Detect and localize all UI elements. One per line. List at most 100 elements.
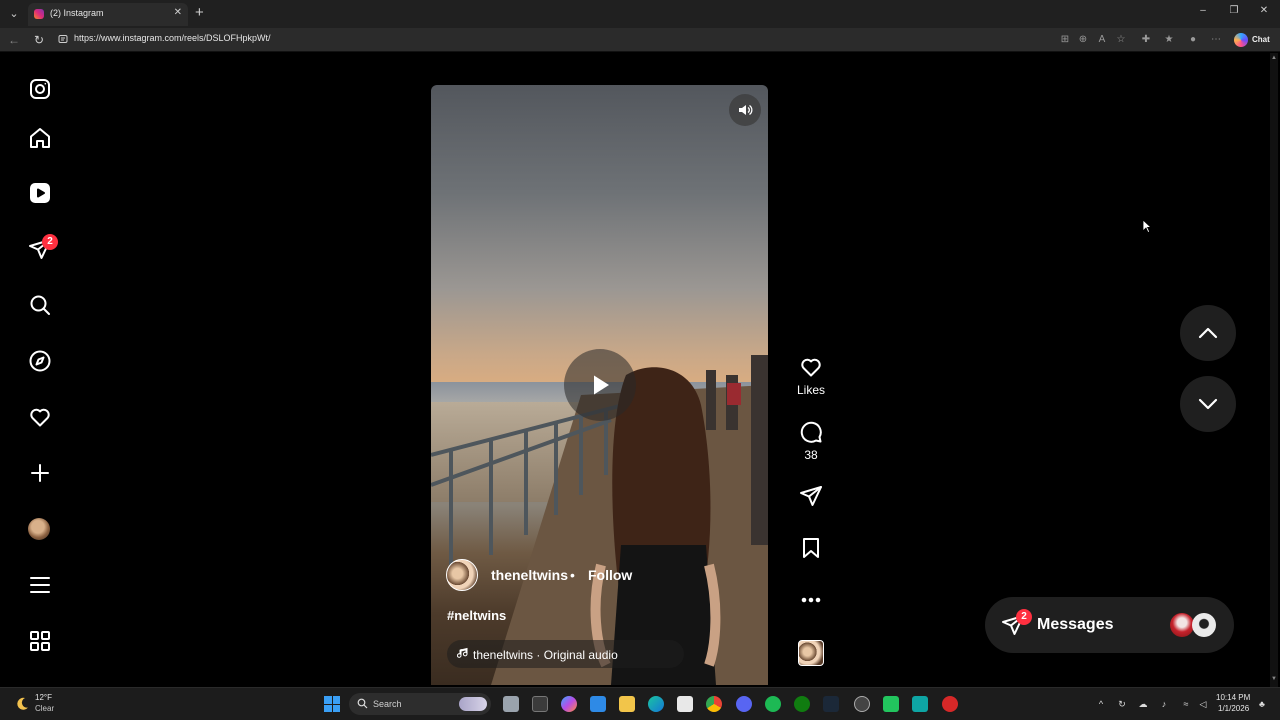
- taskbar-search-placeholder: Search: [373, 699, 402, 709]
- restore-button[interactable]: ❐: [1227, 5, 1241, 16]
- new-tab-button[interactable]: +: [195, 4, 204, 22]
- clock-time[interactable]: 10:14 PM: [1216, 693, 1250, 702]
- reel-caption-hashtag[interactable]: #neltwins: [447, 608, 506, 623]
- copilot-chat-button[interactable]: Chat: [1232, 32, 1274, 48]
- read-aloud-icon[interactable]: A: [1095, 33, 1109, 47]
- copilot-app-icon[interactable]: [561, 696, 577, 712]
- save-button[interactable]: [796, 536, 826, 560]
- volume-icon[interactable]: ◁: [1197, 698, 1209, 710]
- more-options-button[interactable]: [796, 588, 826, 612]
- profile-icon[interactable]: ●: [1186, 33, 1200, 47]
- messages-unread-badge: 2: [1016, 609, 1032, 625]
- app-icon[interactable]: [942, 696, 958, 712]
- favorite-star-icon[interactable]: ☆: [1114, 33, 1128, 47]
- start-windows-icon[interactable]: [324, 696, 340, 712]
- next-reel-button[interactable]: [1180, 376, 1236, 432]
- task-view-icon[interactable]: [503, 696, 519, 712]
- reel-video[interactable]: theneltwins • Follow #neltwins theneltwi…: [431, 85, 768, 685]
- profile-avatar[interactable]: [28, 518, 50, 540]
- instagram-favicon-icon: [34, 9, 44, 19]
- messages-drawer-button[interactable]: 2 Messages: [985, 597, 1234, 653]
- copilot-icon: [1234, 33, 1248, 47]
- reels-icon[interactable]: [26, 179, 54, 207]
- browser-tab-instagram[interactable]: (2) Instagram ✕: [28, 3, 188, 26]
- play-button[interactable]: [564, 349, 636, 421]
- scroll-down-arrow-icon[interactable]: ▼: [1271, 676, 1277, 682]
- reel-audio-label: theneltwins · Original audio: [473, 648, 618, 662]
- store-app-icon[interactable]: [677, 696, 693, 712]
- follow-button[interactable]: Follow: [588, 567, 632, 583]
- back-arrow-icon[interactable]: ←: [6, 32, 22, 48]
- tab-close-icon[interactable]: ✕: [174, 7, 182, 18]
- url-input[interactable]: https://www.instagram.com/reels/DSLOFHpk…: [74, 33, 271, 43]
- message-contact-avatar: [1170, 613, 1194, 637]
- site-info-icon[interactable]: [58, 34, 68, 44]
- microphone-icon[interactable]: ♪: [1158, 698, 1170, 710]
- zoom-icon[interactable]: ⊕: [1076, 33, 1090, 47]
- mouse-cursor-icon: [1142, 219, 1152, 233]
- page-scrollbar[interactable]: [1270, 53, 1278, 687]
- spotify-app-icon[interactable]: [765, 696, 781, 712]
- like-button[interactable]: Likes: [796, 355, 826, 397]
- reel-author-avatar[interactable]: [446, 559, 478, 591]
- create-plus-icon[interactable]: [26, 459, 54, 487]
- favorites-icon[interactable]: ★: [1162, 33, 1176, 47]
- show-hidden-icons-chevron-icon[interactable]: ^: [1095, 698, 1107, 710]
- more-menu-icon[interactable]: [26, 571, 54, 599]
- audio-thumbnail[interactable]: [798, 640, 824, 666]
- onedrive-cloud-icon[interactable]: ☁: [1137, 698, 1149, 710]
- taskbar-search-input[interactable]: Search: [349, 693, 491, 715]
- speaker-icon: [739, 104, 753, 116]
- audio-toggle-button[interactable]: [729, 94, 761, 126]
- app-icon[interactable]: [883, 696, 899, 712]
- app-icon[interactable]: [854, 696, 870, 712]
- refresh-icon[interactable]: ↻: [31, 32, 47, 48]
- terminal-app-icon[interactable]: [532, 696, 548, 712]
- windows-taskbar: 12°F Clear Search ^ ↻ ☁ ♪ ≈ ◁ 10:14 PM 1…: [0, 687, 1280, 720]
- moon-weather-icon[interactable]: [14, 696, 30, 712]
- browser-tab-bar: ⌄ (2) Instagram ✕ + – ❐ ✕: [0, 0, 1280, 28]
- share-button[interactable]: [796, 484, 826, 508]
- tray-sync-icon[interactable]: ↻: [1116, 698, 1128, 710]
- steam-app-icon[interactable]: [823, 696, 839, 712]
- file-explorer-icon[interactable]: [619, 696, 635, 712]
- search-highlight-graphic: [459, 697, 487, 711]
- search-icon[interactable]: [26, 291, 54, 319]
- clock-date[interactable]: 1/1/2026: [1218, 704, 1249, 713]
- music-note-icon: [457, 647, 468, 658]
- app-icon[interactable]: [590, 696, 606, 712]
- home-icon[interactable]: [26, 124, 54, 152]
- comment-bubble-icon: [800, 421, 822, 443]
- also-from-meta-icon[interactable]: [26, 627, 54, 655]
- explore-icon[interactable]: [26, 347, 54, 375]
- close-window-button[interactable]: ✕: [1257, 5, 1271, 16]
- reel-author-username[interactable]: theneltwins: [491, 567, 568, 583]
- reel-audio-link[interactable]: theneltwins · Original audio: [447, 640, 684, 668]
- extensions-icon[interactable]: ✚: [1139, 33, 1153, 47]
- weather-condition[interactable]: Clear: [35, 704, 54, 713]
- app-icon[interactable]: [912, 696, 928, 712]
- chevron-up-icon: [1198, 327, 1218, 339]
- wifi-icon[interactable]: ≈: [1180, 698, 1192, 710]
- messages-label: Messages: [1037, 616, 1114, 633]
- browser-address-bar: ← ↻ https://www.instagram.com/reels/DSLO…: [0, 28, 1280, 52]
- app-available-icon[interactable]: ⊞: [1058, 33, 1072, 47]
- comments-button[interactable]: 38: [796, 420, 826, 462]
- scroll-up-arrow-icon[interactable]: ▲: [1271, 55, 1277, 61]
- previous-reel-button[interactable]: [1180, 305, 1236, 361]
- chrome-browser-icon[interactable]: [706, 696, 722, 712]
- instagram-logo-icon[interactable]: [26, 75, 54, 103]
- edge-browser-icon[interactable]: [648, 696, 664, 712]
- xbox-app-icon[interactable]: [794, 696, 810, 712]
- chat-label: Chat: [1252, 35, 1270, 44]
- share-paper-plane-icon: [800, 486, 822, 506]
- notifications-heart-icon[interactable]: [26, 403, 54, 431]
- weather-temperature[interactable]: 12°F: [35, 693, 52, 702]
- username-separator: •: [570, 567, 575, 583]
- notification-bell-icon[interactable]: ♣: [1256, 698, 1268, 710]
- discord-app-icon[interactable]: [736, 696, 752, 712]
- minimize-button[interactable]: –: [1196, 5, 1210, 16]
- settings-more-icon[interactable]: ⋯: [1209, 33, 1223, 47]
- tab-actions-menu-icon[interactable]: ⌄: [6, 6, 22, 22]
- chevron-down-icon: [1198, 398, 1218, 410]
